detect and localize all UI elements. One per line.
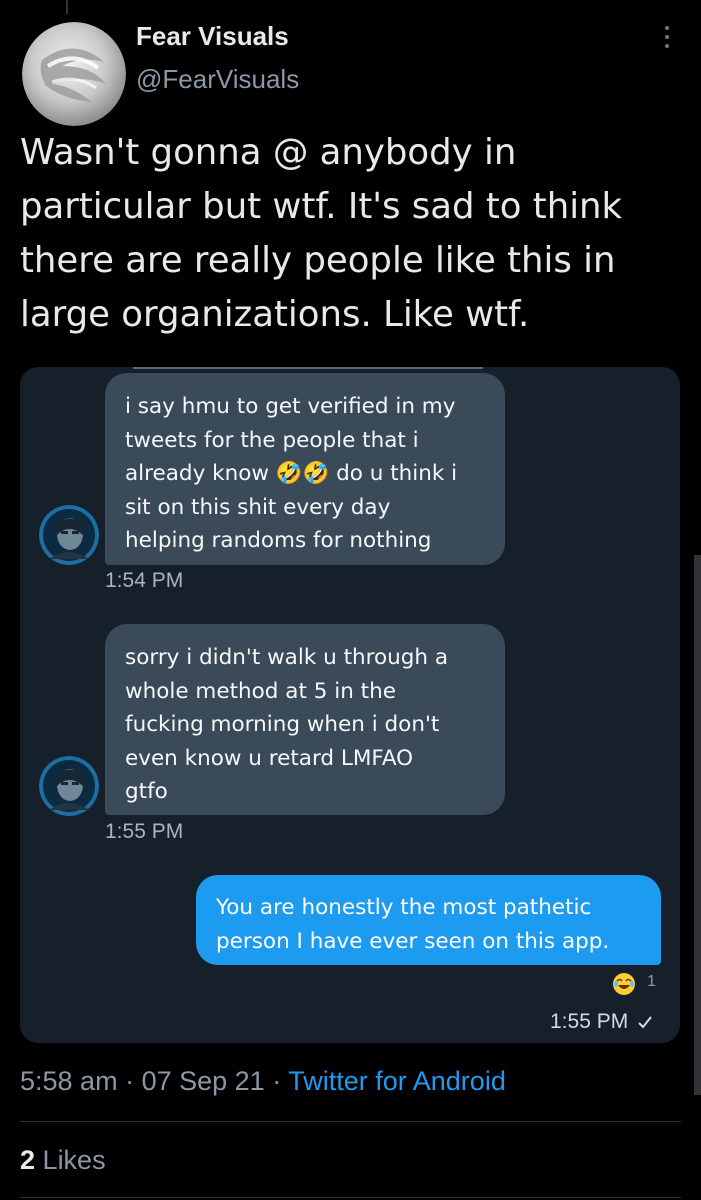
message-line: person I have ever seen on this app. (216, 928, 610, 954)
message-timestamp: 1:54 PM (105, 569, 184, 592)
sender-avatar (39, 756, 99, 816)
message-line: fucking morning when i don't (125, 712, 440, 737)
message-timestamp: 1:55 PM (105, 820, 184, 843)
likes-count: 2 (20, 1145, 36, 1175)
sender-avatar (39, 505, 99, 565)
received-message-bubble: sorry i didn't walk u through a whole me… (105, 624, 505, 815)
dm-screenshot-image[interactable]: i say hmu to get verified in my tweets f… (20, 367, 680, 1043)
message-line: whole method at 5 in the (125, 678, 396, 704)
tweet-date: 07 Sep 21 (141, 1066, 265, 1096)
likes-stat[interactable]: 2 Likes (20, 1145, 106, 1176)
cropped-bubble-edge (133, 367, 483, 369)
tweet-text: Wasn't gonna @ anybody in particular but… (20, 132, 623, 335)
divider (20, 1197, 681, 1198)
thread-connector-line (66, 0, 68, 14)
message-line: tweets for the people that i (125, 427, 419, 453)
reaction-count: 1 (647, 973, 656, 990)
sent-message-bubble: You are honestly the most pathetic perso… (196, 875, 661, 965)
tweet-meta: 5:58 am · 07 Sep 21 · Twitter for Androi… (20, 1066, 506, 1097)
author-handle[interactable]: @FearVisuals (136, 64, 299, 95)
divider (20, 1121, 681, 1122)
message-line: already know 🤣🤣 do u think i (125, 461, 458, 486)
likes-label: Likes (42, 1145, 106, 1175)
meta-separator: · (125, 1066, 135, 1096)
tweet-source-link[interactable]: Twitter for Android (288, 1066, 506, 1096)
message-line: even know u retard LMFAO (125, 745, 414, 771)
message-line: sorry i didn't walk u through a (125, 645, 449, 670)
message-line: gtfo (125, 779, 168, 804)
message-line: sit on this shit every day (125, 494, 391, 520)
read-check-icon (636, 1013, 654, 1031)
message-line: i say hmu to get verified in my (125, 394, 456, 419)
received-message-bubble: i say hmu to get verified in my tweets f… (105, 373, 505, 565)
message-line: helping randoms for nothing (125, 528, 432, 553)
more-options-icon[interactable] (655, 26, 679, 54)
meta-separator: · (272, 1066, 282, 1096)
author-name[interactable]: Fear Visuals (136, 21, 289, 52)
message-line: You are honestly the most pathetic (216, 895, 592, 920)
author-avatar[interactable] (22, 22, 126, 126)
tweet-time: 5:58 am (20, 1066, 118, 1096)
message-timestamp: 1:55 PM (550, 1010, 629, 1033)
scrollbar[interactable] (694, 555, 701, 1095)
laughing-emoji-icon (612, 972, 636, 996)
